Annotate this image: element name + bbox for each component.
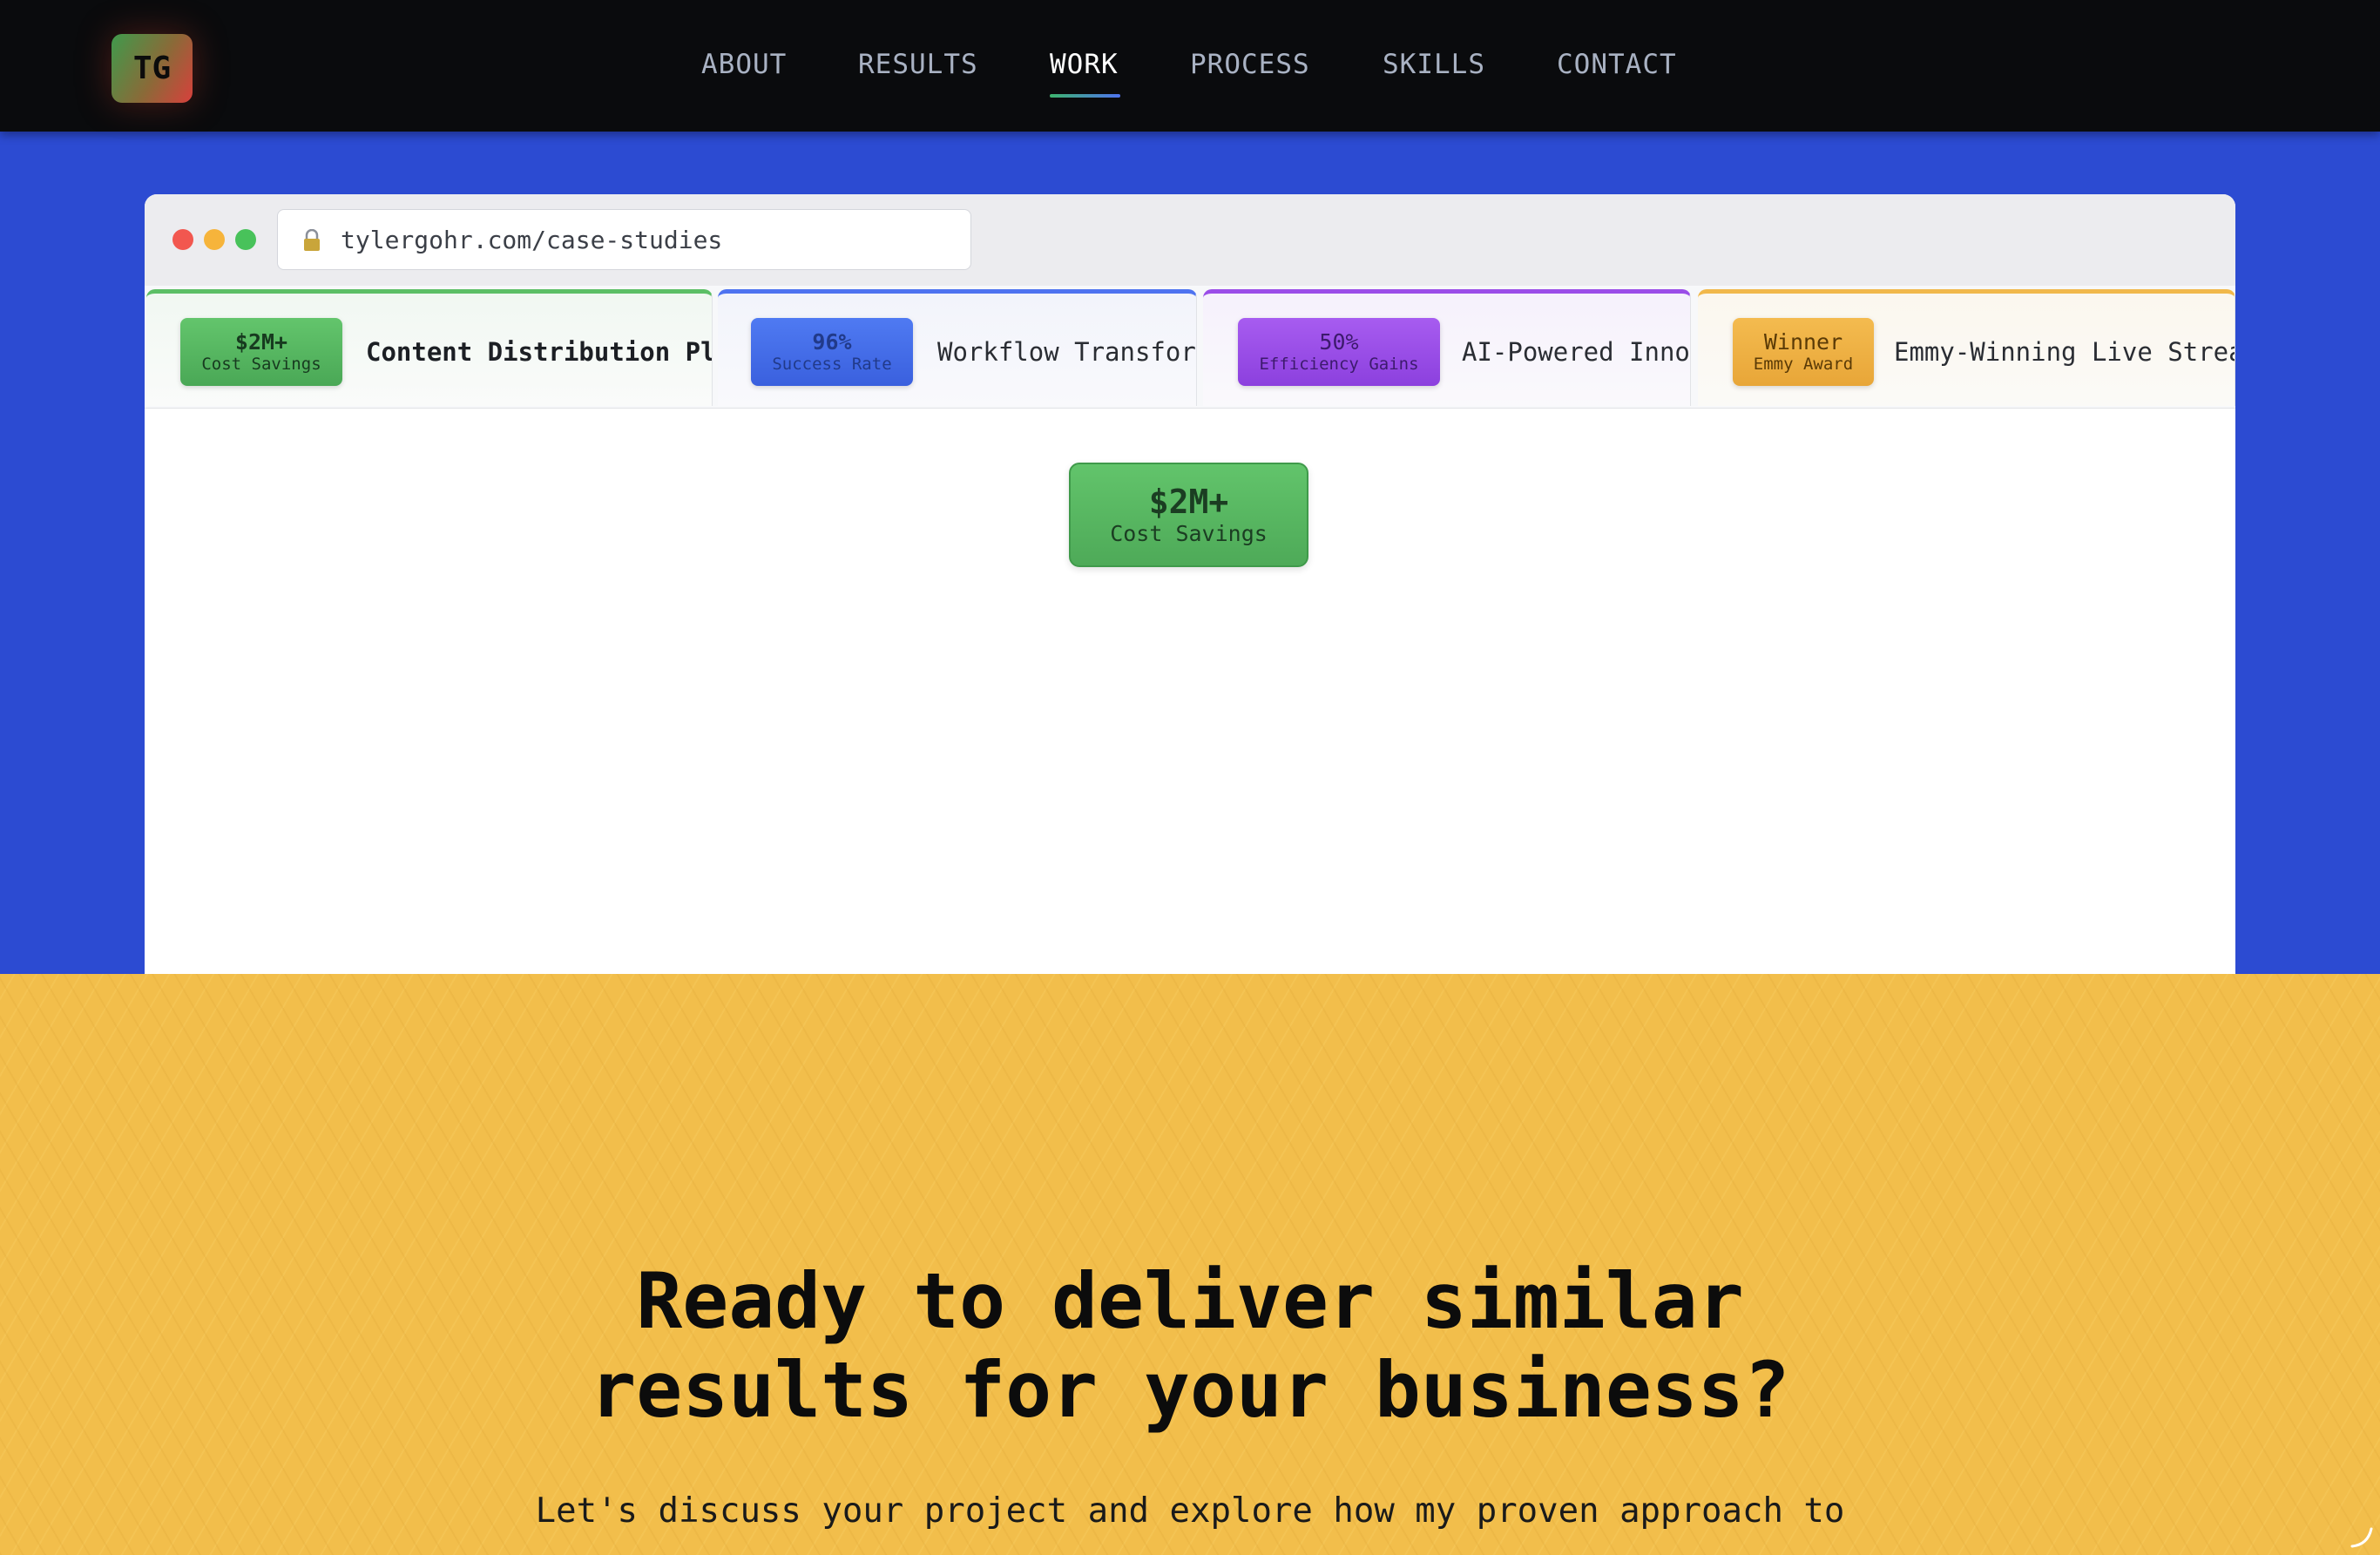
active-nav-indicator	[1050, 94, 1120, 98]
minimize-window-dot	[204, 229, 225, 250]
nav-process[interactable]: PROCESS	[1190, 49, 1310, 80]
url-text: tylergohr.com/case-studies	[341, 226, 723, 254]
badge-value: 50%	[1319, 329, 1359, 355]
metric-badge: 96% Success Rate	[751, 318, 913, 386]
tab-content-distribution[interactable]: $2M+ Cost Savings Content Distribution P…	[146, 289, 713, 406]
tab-title: Content Distribution Platform Revolution	[366, 337, 712, 367]
cta-title: Ready to deliver similar results for you…	[0, 1257, 2380, 1435]
cta-subtitle: Let's discuss your project and explore h…	[535, 1491, 1845, 1531]
browser-mockup: tylergohr.com/case-studies $2M+ Cost Sav…	[145, 194, 2235, 974]
featured-metric-badge: $2M+ Cost Savings	[1069, 463, 1308, 567]
metric-badge: Winner Emmy Award	[1733, 318, 1874, 386]
cta-title-line2: results for your business?	[590, 1345, 1790, 1435]
scroll-resize-icon	[2350, 1527, 2373, 1548]
badge-label: Emmy Award	[1753, 355, 1854, 374]
badge-label: Cost Savings	[201, 355, 321, 374]
browser-toolbar: tylergohr.com/case-studies	[145, 194, 2235, 286]
case-study-tabs: $2M+ Cost Savings Content Distribution P…	[145, 286, 2235, 409]
cta-title-line1: Ready to deliver similar	[636, 1256, 1744, 1346]
nav-contact[interactable]: CONTACT	[1557, 49, 1677, 80]
maximize-window-dot	[235, 229, 256, 250]
tab-title: Emmy-Winning Live Streaming	[1894, 337, 2235, 367]
cta-section: Ready to deliver similar results for you…	[0, 974, 2380, 1555]
featured-value: $2M+	[1148, 483, 1229, 521]
badge-value: 96%	[812, 329, 852, 355]
top-nav: TG ABOUT RESULTS WORK PROCESS SKILLS CON…	[0, 0, 2380, 132]
address-bar[interactable]: tylergohr.com/case-studies	[277, 209, 971, 270]
tab-emmy-streaming[interactable]: Winner Emmy Award Emmy-Winning Live Stre…	[1698, 289, 2235, 406]
featured-label: Cost Savings	[1110, 521, 1268, 546]
badge-label: Efficiency Gains	[1259, 355, 1419, 374]
metric-badge: 50% Efficiency Gains	[1238, 318, 1440, 386]
badge-label: Success Rate	[772, 355, 892, 374]
nav-about[interactable]: ABOUT	[701, 49, 787, 80]
lock-icon	[304, 229, 320, 251]
nav-links: ABOUT RESULTS WORK PROCESS SKILLS CONTAC…	[0, 0, 2380, 132]
nav-results[interactable]: RESULTS	[858, 49, 978, 80]
nav-skills[interactable]: SKILLS	[1383, 49, 1485, 80]
badge-value: Winner	[1763, 329, 1843, 355]
tab-ai-innovation[interactable]: 50% Efficiency Gains AI-Powered Innovati…	[1203, 289, 1691, 406]
tab-title: Workflow Transformation	[937, 337, 1196, 367]
badge-value: $2M+	[234, 329, 288, 355]
tab-workflow-transformation[interactable]: 96% Success Rate Workflow Transformation	[718, 289, 1197, 406]
metric-badge: $2M+ Cost Savings	[180, 318, 342, 386]
tab-title: AI-Powered Innovation	[1462, 337, 1690, 367]
nav-work[interactable]: WORK	[1050, 49, 1119, 80]
close-window-dot	[172, 229, 193, 250]
